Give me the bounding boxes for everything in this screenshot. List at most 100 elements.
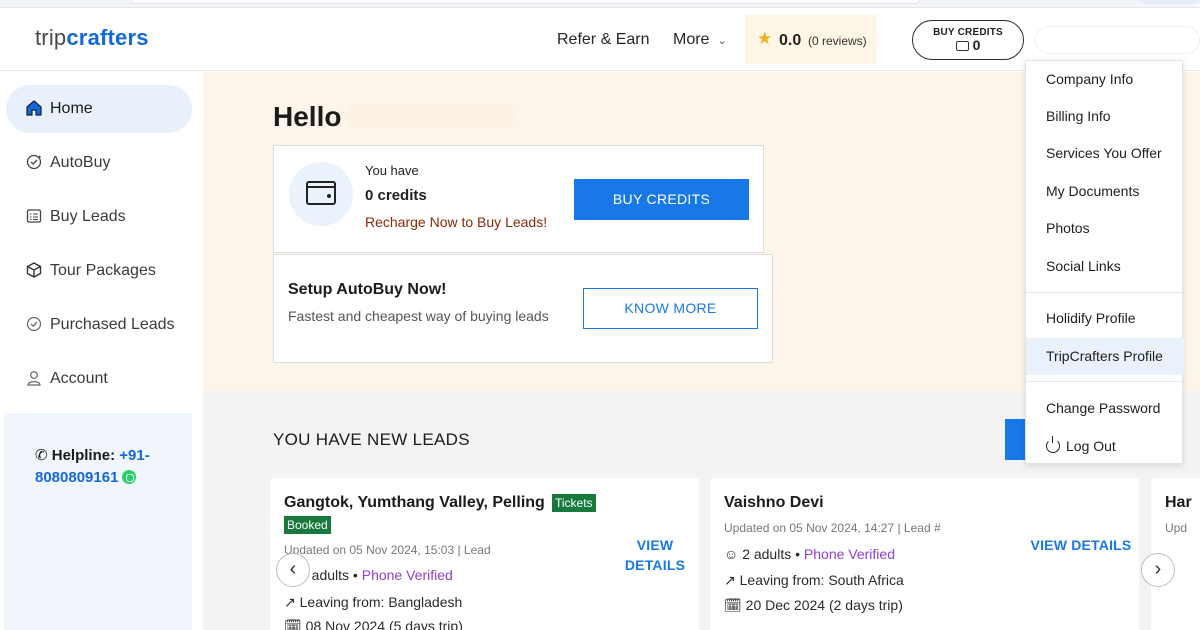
credits-card: You have 0 credits Recharge Now to Buy L…	[273, 145, 764, 253]
chevron-down-icon: ⌄	[717, 35, 727, 47]
credits-count: 0	[913, 38, 1023, 52]
logo[interactable]: tripcrafters	[35, 25, 149, 51]
check-circle-icon	[26, 316, 42, 332]
sidebar-item-tour-packages[interactable]: Tour Packages	[6, 247, 192, 295]
sidebar-item-account[interactable]: Account	[6, 355, 192, 403]
recharge-text: Recharge Now to Buy Leads!	[365, 214, 548, 230]
wallet-icon	[955, 41, 969, 51]
lead-card[interactable]: Gangtok, Yumthang Valley, Pelling Ticket…	[270, 478, 699, 630]
tickets-badge: Tickets	[552, 494, 596, 512]
menu-item-log-out[interactable]: Log Out	[1026, 428, 1184, 465]
carousel-next-button[interactable]: ›	[1141, 553, 1175, 587]
more-label: More	[673, 31, 710, 48]
autobuy-card: Setup AutoBuy Now! Fastest and cheapest …	[273, 254, 773, 363]
view-details-button[interactable]: VIEW DETAILS	[1026, 535, 1136, 555]
leads-heading: YOU HAVE NEW LEADS	[273, 430, 470, 449]
home-icon	[26, 100, 42, 116]
leads-action-button[interactable]	[1005, 419, 1027, 460]
refer-earn-link[interactable]: Refer & Earn	[557, 31, 649, 49]
chevron-left-icon: ‹	[289, 558, 297, 580]
phone-icon: ✆	[35, 447, 48, 464]
top-header: tripcrafters Refer & Earn More ⌄ ★ 0.0 (0…	[0, 8, 1200, 71]
lead-card[interactable]: Vaishno Devi Updated on 05 Nov 2024, 14:…	[710, 478, 1139, 630]
star-icon: ★	[757, 29, 773, 48]
lead-title: Vaishno Devi	[724, 494, 824, 511]
lead-updated: Upd	[1165, 521, 1188, 535]
calendar-icon: 🗓	[724, 597, 742, 613]
whatsapp-icon[interactable]	[122, 470, 137, 484]
lead-adults: ☺ 2 adults • Phone Verified	[724, 546, 895, 562]
buy-credits-button[interactable]: BUY CREDITS	[574, 179, 749, 220]
rating-reviews: (0 reviews)	[808, 34, 867, 48]
sidebar-item-label: Tour Packages	[50, 262, 156, 279]
menu-item-holidify-profile[interactable]: Holidify Profile	[1026, 300, 1184, 337]
menu-item-tripcrafters-profile[interactable]: TripCrafters Profile	[1026, 338, 1184, 375]
credits-amount: 0 credits	[365, 187, 427, 204]
autobuy-title: Setup AutoBuy Now!	[288, 281, 447, 298]
menu-item-documents[interactable]: My Documents	[1026, 173, 1184, 210]
sidebar-item-label: Purchased Leads	[50, 316, 175, 333]
arrow-up-right-icon: ↗	[284, 594, 296, 610]
menu-item-change-password[interactable]: Change Password	[1026, 390, 1184, 427]
chevron-right-icon: ›	[1154, 558, 1162, 580]
sidebar-item-label: Account	[50, 370, 108, 387]
phone-verified: Phone Verified	[361, 567, 453, 583]
phone-verified: Phone Verified	[803, 546, 895, 562]
sidebar-item-label: Buy Leads	[50, 208, 126, 225]
menu-item-company-info[interactable]: Company Info	[1026, 61, 1184, 98]
power-icon	[1046, 436, 1060, 453]
sidebar-item-purchased-leads[interactable]: Purchased Leads	[6, 301, 192, 349]
lead-updated: Updated on 05 Nov 2024, 15:03 | Lead	[284, 543, 491, 557]
arrow-up-right-icon: ↗	[724, 572, 736, 588]
logo-crafters: crafters	[66, 25, 149, 50]
lead-updated: Updated on 05 Nov 2024, 14:27 | Lead #	[724, 521, 941, 535]
header-buy-credits-button[interactable]: BUY CREDITS 0	[912, 20, 1024, 60]
hello-heading: Hello	[273, 101, 342, 132]
user-name-placeholder	[345, 104, 517, 128]
lead-date: 🗓 20 Dec 2024 (2 days trip)	[724, 597, 903, 613]
list-icon	[26, 209, 42, 223]
menu-item-services[interactable]: Services You Offer	[1026, 135, 1184, 172]
lead-date: 🗓 08 Nov 2024 (5 days trip)	[284, 618, 463, 630]
wallet-icon	[306, 181, 336, 205]
more-menu[interactable]: More ⌄	[673, 31, 727, 49]
buy-credits-label: BUY CREDITS	[933, 27, 1003, 38]
menu-divider	[1026, 381, 1184, 382]
wallet-circle	[289, 162, 353, 226]
sidebar-item-label: AutoBuy	[50, 154, 111, 171]
address-bar[interactable]	[130, 0, 920, 4]
lead-leaving: ↗ Leaving from: Bangladesh	[284, 594, 463, 610]
menu-item-photos[interactable]: Photos	[1026, 210, 1184, 247]
view-details-button[interactable]: VIEW DETAILS	[618, 535, 692, 575]
autobuy-icon	[26, 154, 42, 170]
lead-title: Har	[1165, 494, 1192, 511]
logo-trip: trip	[35, 25, 67, 50]
calendar-icon: 🗓	[284, 618, 302, 630]
user-icon	[27, 371, 41, 386]
booked-badge: Booked	[284, 516, 331, 534]
sidebar-item-autobuy[interactable]: AutoBuy	[6, 139, 192, 187]
autobuy-subtitle: Fastest and cheapest way of buying leads	[288, 308, 549, 324]
sidebar-item-label: Home	[50, 100, 93, 117]
lead-leaving: ↗ Leaving from: South Africa	[724, 572, 904, 588]
helpline-box: ✆ Helpline: +91-8080809161	[4, 413, 192, 630]
menu-item-social-links[interactable]: Social Links	[1026, 248, 1184, 285]
browser-strip	[0, 0, 1200, 8]
lead-adults: 2 adults • Phone Verified	[300, 567, 453, 583]
know-more-button[interactable]: KNOW MORE	[583, 288, 758, 329]
browser-button[interactable]	[1140, 0, 1200, 4]
helpline[interactable]: ✆ Helpline: +91-8080809161	[35, 445, 185, 489]
carousel-prev-button[interactable]: ‹	[276, 553, 310, 587]
menu-divider	[1026, 292, 1184, 293]
user-icon: ☺	[724, 546, 739, 562]
lead-title: Gangtok, Yumthang Valley, Pelling	[284, 494, 545, 511]
sidebar: Home AutoBuy Buy Leads Tour Packages Pur…	[0, 72, 203, 630]
profile-menu-button[interactable]	[1035, 26, 1200, 54]
helpline-label: Helpline:	[51, 447, 116, 464]
sidebar-item-home[interactable]: Home	[6, 85, 192, 133]
account-dropdown: Company Info Billing Info Services You O…	[1025, 60, 1184, 465]
credits-you-have: You have	[365, 163, 419, 178]
menu-item-billing-info[interactable]: Billing Info	[1026, 98, 1184, 135]
rating-box[interactable]: ★ 0.0 (0 reviews)	[745, 15, 877, 64]
sidebar-item-buy-leads[interactable]: Buy Leads	[6, 193, 192, 241]
